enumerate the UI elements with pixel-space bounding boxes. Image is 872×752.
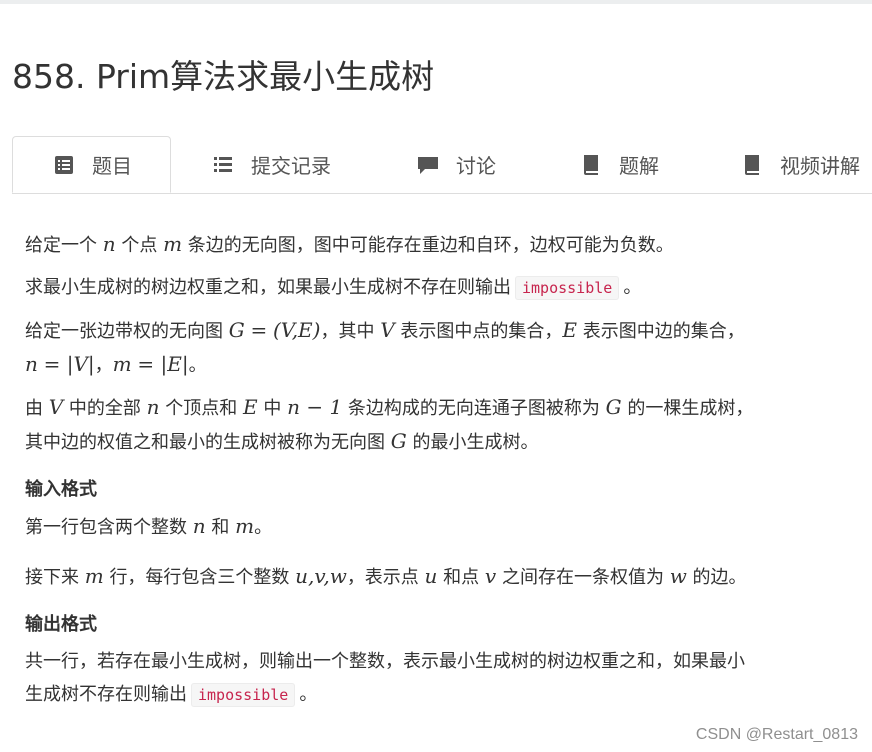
text: 之间存在一条权值为 <box>501 567 664 588</box>
text: 条边的无向图，图中可能存在重边和自环，边权可能为负数。 <box>187 235 674 256</box>
paragraph: 第一行包含两个整数 n 和 m。 <box>25 510 845 544</box>
paragraph: 给定一个 n 个点 m 条边的无向图，图中可能存在重边和自环，边权可能为负数。 <box>25 228 845 262</box>
text: 和 <box>211 517 230 538</box>
math: = <box>250 318 268 342</box>
paragraph: 求最小生成树的树边权重之和，如果最小生成树不存在则输出 impossible。 <box>25 271 845 305</box>
text: 。 <box>188 355 207 376</box>
math: (V,E) <box>272 318 321 342</box>
math: n <box>192 514 206 538</box>
text: 表示图中点的集合， <box>400 321 563 342</box>
list-lines-icon <box>212 154 234 176</box>
text: 。 <box>299 684 318 705</box>
text: 生成树不存在则输出 <box>25 684 187 705</box>
input-format-heading: 输入格式 <box>25 479 97 500</box>
tab-label: 题解 <box>619 154 659 178</box>
math: = |E| <box>137 352 189 376</box>
comment-icon <box>417 154 439 176</box>
tab-solutions[interactable]: 题解 <box>580 136 659 193</box>
tab-label: 提交记录 <box>251 154 331 178</box>
tab-label: 讨论 <box>456 154 496 178</box>
math: m <box>235 514 255 538</box>
math: m <box>84 564 104 588</box>
tab-video[interactable]: 视频讲解 <box>741 136 860 193</box>
problem-description: 给定一个 n 个点 m 条边的无向图，图中可能存在重边和自环，边权可能为负数。 … <box>25 228 845 712</box>
math: u <box>424 564 438 588</box>
paragraph: 由 V 中的全部 n 个顶点和 E 中 n − 1 条边构成的无向连通子图被称为… <box>25 391 845 425</box>
text: 给定一张边带权的无向图 <box>25 321 223 342</box>
math: G <box>390 429 407 453</box>
tab-bar: 题目 提交记录 讨论 题解 视频讲解 <box>12 136 872 194</box>
text: 接下来 <box>25 567 79 588</box>
text: ，表示点 <box>346 567 419 588</box>
math: = |V| <box>43 352 95 376</box>
book-icon <box>741 154 763 176</box>
tab-problem[interactable]: 题目 <box>12 136 171 193</box>
paragraph: n = |V|，m = |E|。 <box>25 348 845 382</box>
math: G <box>228 318 245 342</box>
output-format-heading: 输出格式 <box>25 614 97 635</box>
text: 给定一个 <box>25 235 97 256</box>
text: 条边构成的无向连通子图被称为 <box>347 398 600 419</box>
math: V <box>48 395 64 419</box>
text: 中 <box>263 398 282 419</box>
paragraph: 其中边的权值之和最小的生成树被称为无向图 G 的最小生成树。 <box>25 425 845 459</box>
math: G <box>605 395 622 419</box>
page-title: 858. Prim算法求最小生成树 <box>12 57 435 96</box>
text: 的一棵生成树， <box>627 398 754 419</box>
top-border <box>0 0 872 4</box>
text: ，其中 <box>320 321 375 342</box>
math: n <box>102 232 116 256</box>
paragraph: 生成树不存在则输出 impossible。 <box>25 678 845 712</box>
text: 行，每行包含三个整数 <box>109 567 290 588</box>
code-snippet: impossible <box>515 276 620 300</box>
paragraph: 共一行，若存在最小生成树，则输出一个整数，表示最小生成树的树边权重之和，如果最小 <box>25 645 845 678</box>
code-snippet: impossible <box>191 683 296 707</box>
tab-label: 题目 <box>92 154 132 178</box>
text: 表示图中边的集合， <box>582 321 745 342</box>
text: ， <box>94 355 113 376</box>
math: m <box>163 232 183 256</box>
math: n <box>146 395 160 419</box>
text: 第一行包含两个整数 <box>25 517 187 538</box>
text: 的最小生成树。 <box>412 432 539 453</box>
math: E <box>562 318 577 342</box>
math: E <box>243 395 258 419</box>
paragraph: 给定一张边带权的无向图 G = (V,E)，其中 V 表示图中点的集合，E 表示… <box>25 314 845 348</box>
tab-submissions[interactable]: 提交记录 <box>212 136 331 193</box>
text: 由 <box>25 398 43 419</box>
text: 个点 <box>121 235 158 256</box>
math: V <box>380 318 395 342</box>
math: n <box>25 352 38 376</box>
text: 的边。 <box>692 567 747 588</box>
text: 求最小生成树的树边权重之和，如果最小生成树不存在则输出 <box>25 277 511 298</box>
paragraph: 接下来 m 行，每行包含三个整数 u,v,w，表示点 u 和点 v 之间存在一条… <box>25 560 845 594</box>
text: 共一行，若存在最小生成树，则输出一个整数，表示最小生成树的树边权重之和，如果最小 <box>25 651 745 672</box>
math: n − 1 <box>287 395 343 419</box>
list-icon <box>53 154 75 176</box>
watermark: CSDN @Restart_0813 <box>695 726 858 743</box>
math: m <box>112 352 132 376</box>
math: w <box>669 564 687 588</box>
tab-label: 视频讲解 <box>780 154 860 178</box>
math: v <box>484 564 497 588</box>
text: 。 <box>254 517 273 538</box>
text: 。 <box>623 277 642 298</box>
text: 个顶点和 <box>165 398 238 419</box>
text: 其中边的权值之和最小的生成树被称为无向图 <box>25 432 385 453</box>
text: 中的全部 <box>68 398 141 419</box>
tab-discussion[interactable]: 讨论 <box>417 136 496 193</box>
book-icon <box>580 154 602 176</box>
math: u,v,w <box>295 564 347 588</box>
text: 和点 <box>443 567 480 588</box>
